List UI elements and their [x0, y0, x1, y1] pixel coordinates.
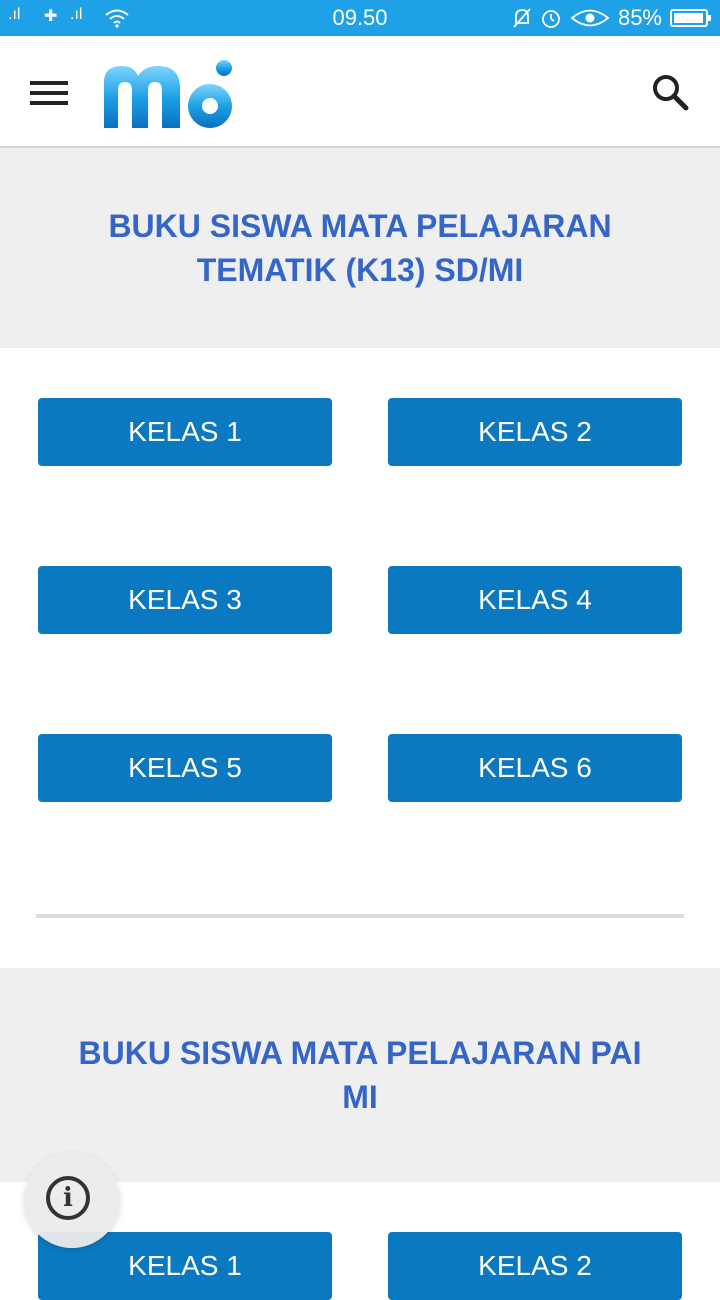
divider	[36, 914, 684, 918]
section-title: BUKU SISWA MATA PELAJARAN PAI MI	[78, 1035, 642, 1115]
section-title: BUKU SISWA MATA PELAJARAN TEMATIK (K13) …	[108, 208, 612, 288]
mute-bell-icon	[513, 8, 531, 28]
eye-icon	[570, 9, 610, 27]
hamburger-menu-button[interactable]	[30, 81, 68, 105]
status-bar: .ıl ✚ .ıl 09.50 85%	[0, 0, 720, 36]
kelas-2-button[interactable]: KELAS 2	[388, 398, 682, 466]
info-button[interactable]: i	[24, 1152, 120, 1248]
info-icon: i	[46, 1176, 90, 1220]
battery-icon	[670, 9, 711, 27]
kelas-3-button[interactable]: KELAS 3	[38, 566, 332, 634]
battery-percent: 85%	[617, 5, 662, 30]
section-header-pai: BUKU SISWA MATA PELAJARAN PAI MI	[0, 968, 720, 1182]
alarm-icon	[542, 10, 560, 28]
search-icon[interactable]	[650, 72, 690, 112]
status-right: 85%	[512, 5, 711, 31]
kelas-5-button[interactable]: KELAS 5	[38, 734, 332, 802]
section-header-tematik: BUKU SISWA MATA PELAJARAN TEMATIK (K13) …	[0, 148, 720, 348]
app-bar	[0, 36, 720, 148]
pai-kelas-2-button[interactable]: KELAS 2	[388, 1232, 682, 1300]
kelas-1-button[interactable]: KELAS 1	[38, 398, 332, 466]
kelas-4-button[interactable]: KELAS 4	[388, 566, 682, 634]
kelas-6-button[interactable]: KELAS 6	[388, 734, 682, 802]
mb-logo	[104, 60, 232, 128]
